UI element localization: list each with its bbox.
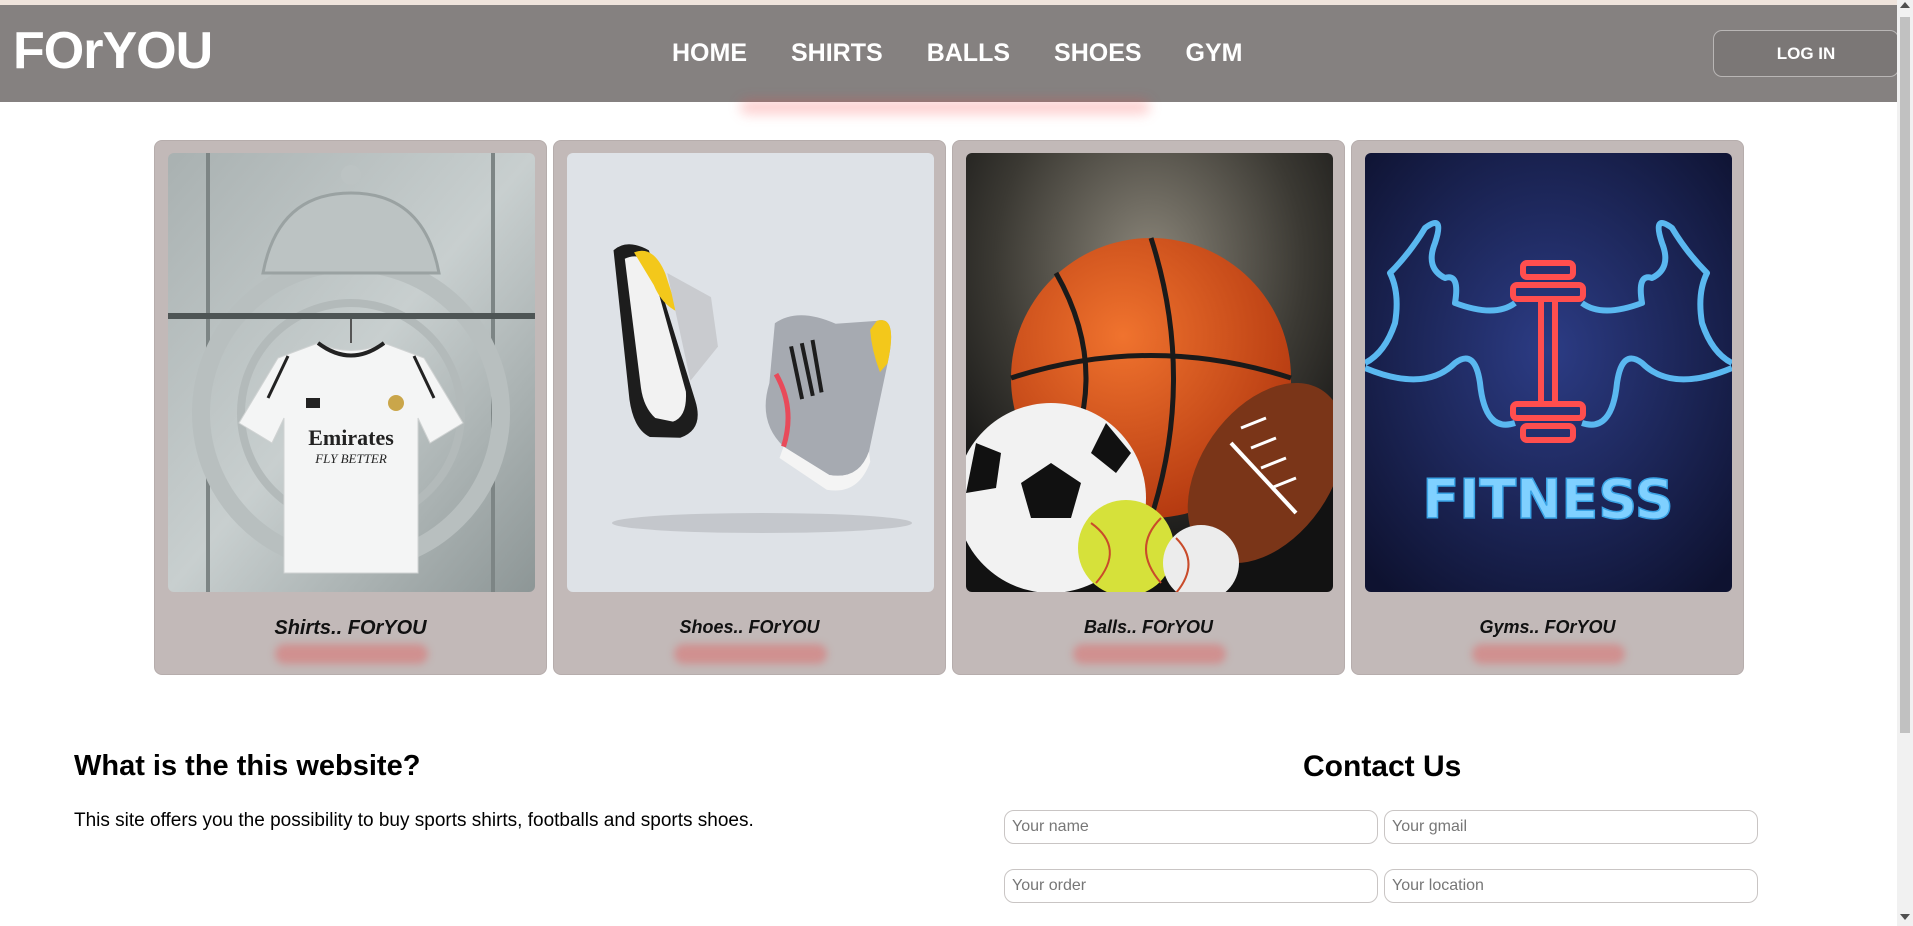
site-header: FOrYOU HOME SHIRTS BALLS SHOES GYM LOG I… xyxy=(0,5,1899,102)
contact-title: Contact Us xyxy=(1303,750,1462,783)
order-input[interactable] xyxy=(1004,869,1378,903)
product-card-shirts[interactable]: Emirates FLY BETTER Shirts.. FOrYOU xyxy=(154,140,547,675)
location-input[interactable] xyxy=(1384,869,1758,903)
sports-balls-image[interactable] xyxy=(966,153,1333,592)
about-text: This site offers you the possibility to … xyxy=(74,810,754,831)
blurred-heading xyxy=(740,100,1150,114)
fitness-neon-text: FITNESS xyxy=(1422,468,1673,531)
card-title-gym[interactable]: Gyms.. FOrYOU xyxy=(1352,617,1743,638)
product-card-shoes[interactable]: Shoes.. FOrYOU xyxy=(553,140,946,675)
blurred-price xyxy=(1472,644,1625,664)
card-title-shirts[interactable]: Shirts.. FOrYOU xyxy=(155,617,546,640)
scroll-up-arrow-icon[interactable] xyxy=(1900,2,1910,8)
sneakers-image[interactable] xyxy=(567,153,934,592)
login-button[interactable]: LOG IN xyxy=(1713,30,1899,77)
name-input[interactable] xyxy=(1004,810,1378,844)
nav-balls[interactable]: BALLS xyxy=(927,39,1010,68)
blurred-price xyxy=(1073,644,1226,664)
blurred-price xyxy=(674,644,827,664)
product-card-gym[interactable]: FITNESS Gyms.. FOrYOU xyxy=(1351,140,1744,675)
nav-shoes[interactable]: SHOES xyxy=(1054,39,1142,68)
card-title-shoes[interactable]: Shoes.. FOrYOU xyxy=(554,617,945,638)
shirt-sponsor-text: Emirates xyxy=(308,425,394,450)
nav-shirts[interactable]: SHIRTS xyxy=(791,39,883,68)
shirt-image[interactable]: Emirates FLY BETTER xyxy=(168,153,535,592)
scroll-down-arrow-icon[interactable] xyxy=(1900,914,1910,920)
blurred-price xyxy=(275,644,428,664)
main-nav: HOME SHIRTS BALLS SHOES GYM xyxy=(672,39,1243,68)
about-title: What is the this website? xyxy=(74,750,421,782)
product-card-balls[interactable]: Balls.. FOrYOU xyxy=(952,140,1345,675)
card-title-balls[interactable]: Balls.. FOrYOU xyxy=(953,617,1344,638)
scrollbar-thumb[interactable] xyxy=(1900,17,1910,733)
neon-fitness-image[interactable]: FITNESS xyxy=(1365,153,1732,592)
gmail-input[interactable] xyxy=(1384,810,1758,844)
site-logo[interactable]: FOrYOU xyxy=(13,21,213,81)
shirt-slogan-text: FLY BETTER xyxy=(314,451,387,466)
nav-gym[interactable]: GYM xyxy=(1186,39,1243,68)
nav-home[interactable]: HOME xyxy=(672,39,747,68)
